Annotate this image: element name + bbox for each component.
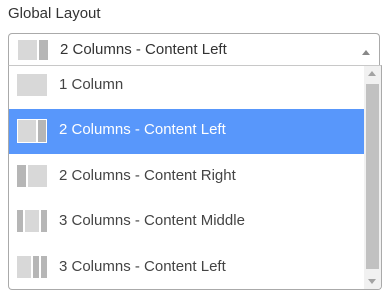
layout-2col-content-left-icon <box>17 119 47 143</box>
field-label: Global Layout <box>8 5 101 22</box>
layout-3col-content-left-icon <box>17 256 47 278</box>
scrollbar-thumb[interactable] <box>366 84 379 269</box>
option-label: 2 Columns - Content Right <box>59 167 236 184</box>
scroll-up-arrow-icon[interactable] <box>368 71 376 76</box>
select-value: 2 Columns - Content Left <box>60 41 227 58</box>
option-1-column[interactable]: 1 Column <box>9 66 364 109</box>
dropdown-list: 1 Column 2 Columns - Content Left 2 Colu… <box>8 65 382 290</box>
scroll-down-arrow-icon[interactable] <box>368 279 376 284</box>
chevron-up-icon[interactable] <box>362 50 370 55</box>
option-label: 3 Columns - Content Middle <box>59 212 245 229</box>
layout-2col-content-left-icon <box>18 40 48 60</box>
option-3-columns-content-left[interactable]: 3 Columns - Content Left <box>9 246 364 289</box>
option-label: 2 Columns - Content Left <box>59 121 226 138</box>
layout-3col-content-middle-icon <box>17 210 47 232</box>
option-2-columns-content-left[interactable]: 2 Columns - Content Left <box>9 109 364 154</box>
option-label: 1 Column <box>59 76 124 93</box>
option-label: 3 Columns - Content Left <box>59 258 226 275</box>
option-2-columns-content-right[interactable]: 2 Columns - Content Right <box>9 155 364 200</box>
dropdown-scrollbar[interactable] <box>364 66 381 289</box>
layout-1col-icon <box>17 74 47 96</box>
layout-select[interactable]: 2 Columns - Content Left <box>8 33 380 65</box>
option-3-columns-content-middle[interactable]: 3 Columns - Content Middle <box>9 200 364 245</box>
layout-2col-content-right-icon <box>17 165 47 187</box>
